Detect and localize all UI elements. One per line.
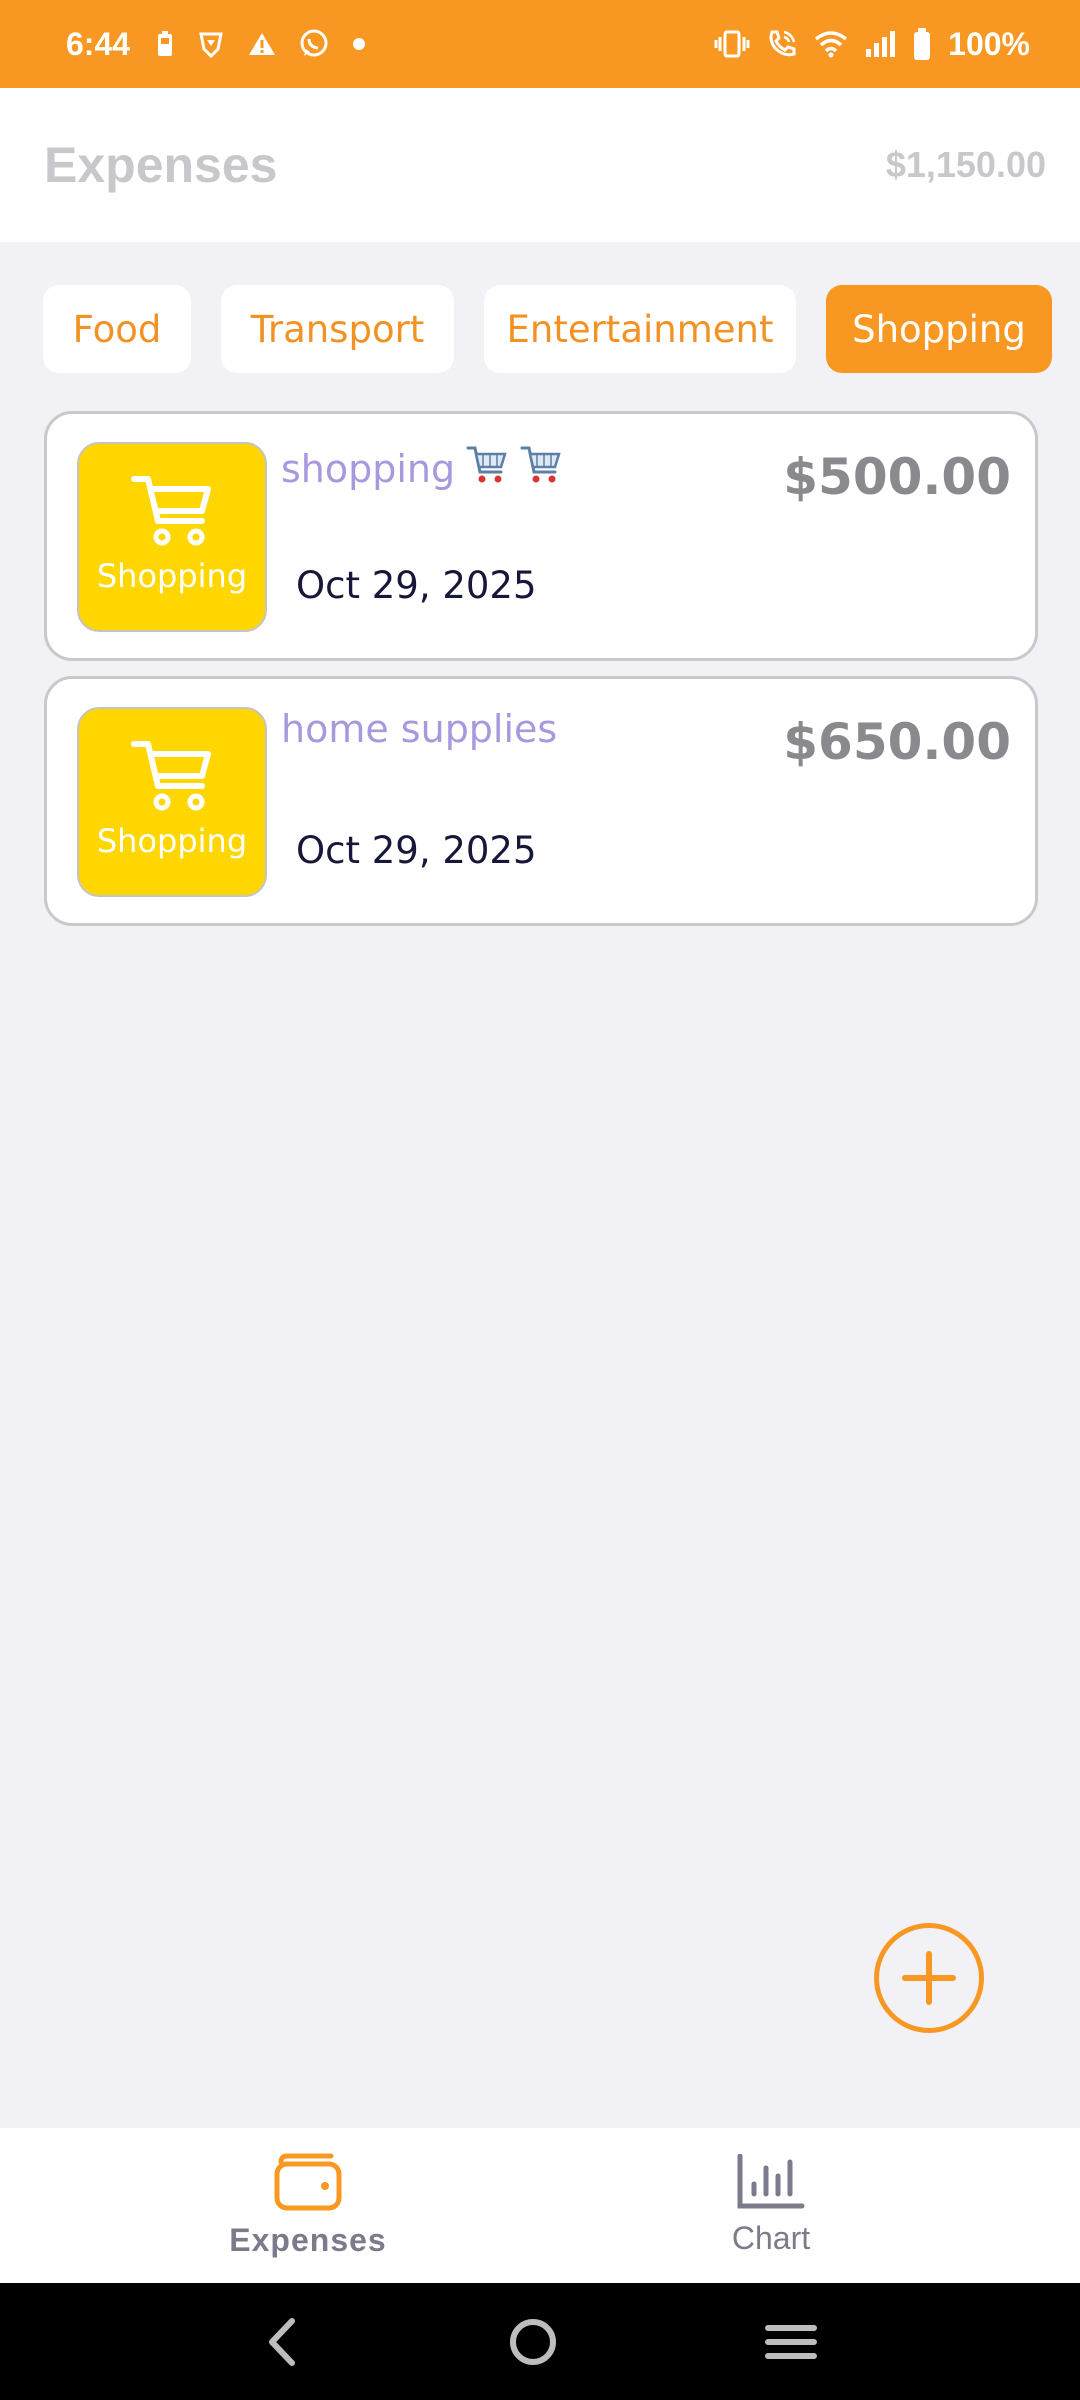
battery-icon — [912, 27, 932, 61]
alert-icon — [248, 31, 276, 57]
signal-icon — [864, 29, 896, 59]
expense-date: Oct 29, 2025 — [296, 829, 537, 872]
battery-saver-icon — [156, 30, 174, 58]
home-icon[interactable] — [507, 2316, 559, 2368]
total-amount: $1,150.00 — [885, 144, 1046, 185]
category-chip-food[interactable]: Food — [43, 285, 191, 373]
bottom-nav: Expenses Chart — [0, 2128, 1080, 2283]
category-chip-shopping[interactable]: Shopping — [826, 285, 1052, 373]
app-header: Expenses $1,150.00 — [0, 88, 1080, 242]
status-time: 6:44 — [66, 25, 131, 62]
whatsapp-icon — [298, 28, 330, 60]
back-icon[interactable] — [262, 2317, 302, 2367]
category-filter: Food Transport Entertainment Shopping — [0, 285, 1080, 373]
status-bar: 6:44 100% — [0, 0, 1080, 88]
expense-amount: $650.00 — [783, 713, 1011, 771]
category-chip-entertainment[interactable]: Entertainment — [484, 285, 796, 373]
wifi-call-icon — [766, 28, 798, 60]
shopping-cart-icon — [131, 476, 211, 546]
expense-card[interactable]: Shopping shopping Oct 29, 2025 $500.00 — [44, 411, 1038, 661]
cart-emoji-icon — [465, 442, 509, 495]
nav-tab-chart[interactable]: Chart — [621, 2128, 921, 2283]
battery-percentage: 100% — [948, 25, 1030, 62]
bar-chart-icon — [737, 2154, 805, 2209]
vibrate-icon — [714, 29, 750, 59]
wallet-icon — [274, 2153, 342, 2211]
plus-icon — [902, 1951, 956, 2005]
expense-card[interactable]: Shopping home supplies Oct 29, 2025 $650… — [44, 676, 1038, 926]
category-label: Shopping — [96, 557, 248, 595]
add-expense-button[interactable] — [874, 1923, 984, 2033]
nav-tab-expenses[interactable]: Expenses — [158, 2128, 458, 2283]
status-icons-right: 100% — [714, 26, 1030, 63]
brave-icon — [196, 29, 226, 59]
dot-icon — [352, 37, 366, 51]
nav-label-expenses: Expenses — [229, 2222, 387, 2258]
expense-amount: $500.00 — [783, 448, 1011, 506]
category-label: Shopping — [96, 822, 248, 860]
expense-title: home supplies — [281, 707, 557, 751]
page-title: Expenses — [44, 137, 278, 193]
expense-title-text: shopping — [281, 446, 456, 491]
expense-date: Oct 29, 2025 — [296, 564, 537, 607]
cart-emoji-icon — [519, 442, 563, 495]
category-chip-transport[interactable]: Transport — [221, 285, 454, 373]
system-nav-bar — [0, 2283, 1080, 2400]
nav-label-chart: Chart — [731, 2220, 811, 2256]
status-icons-left — [156, 28, 366, 60]
recents-icon[interactable] — [764, 2322, 818, 2362]
expense-title: shopping — [281, 442, 563, 495]
expense-title-text: home supplies — [281, 707, 558, 751]
category-tile: Shopping — [77, 442, 267, 632]
category-tile: Shopping — [77, 707, 267, 897]
shopping-cart-icon — [131, 741, 211, 811]
wifi-icon — [814, 30, 848, 58]
